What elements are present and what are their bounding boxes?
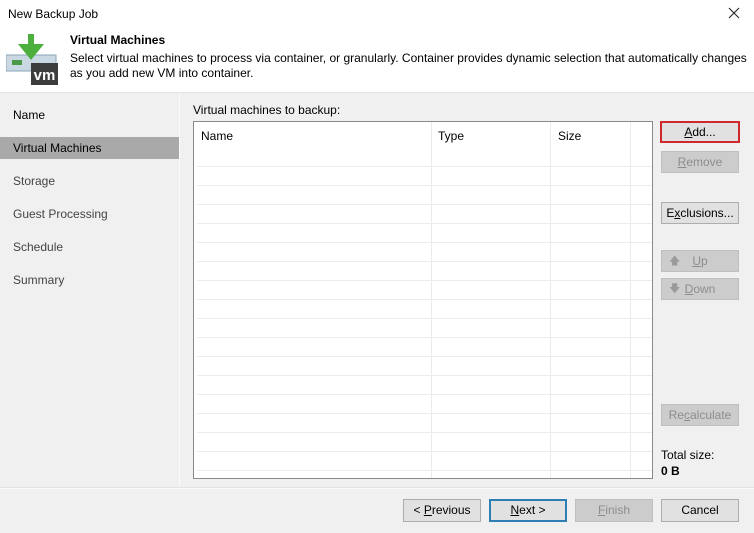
vm-list-label: Virtual machines to backup: (193, 103, 341, 117)
sidebar-item-summary[interactable]: Summary (0, 269, 179, 291)
empty-table-row (197, 413, 652, 414)
up-label-post: p (700, 254, 708, 268)
empty-table-row (197, 204, 652, 205)
add-button[interactable]: Add... (660, 121, 740, 143)
total-size-value: 0 B (661, 464, 680, 478)
vm-table[interactable]: Name Type Size (193, 121, 653, 479)
empty-table-row (197, 356, 652, 357)
sidebar-item-virtual-machines[interactable]: Virtual Machines (0, 137, 179, 159)
column-divider[interactable] (550, 122, 551, 478)
arrow-up-icon: 🡅 (669, 255, 681, 267)
sidebar-item-schedule[interactable]: Schedule (0, 236, 179, 258)
recalculate-button[interactable]: Recalculate (661, 404, 739, 426)
exclusions-button[interactable]: Exclusions... (661, 202, 739, 224)
recalculate-label-pre: Re (668, 408, 684, 422)
step-description: Select virtual machines to process via c… (70, 51, 747, 80)
remove-label-post: emove (686, 155, 723, 169)
wizard-steps-sidebar: Name Virtual Machines Storage Guest Proc… (0, 93, 180, 486)
column-header-name[interactable]: Name (201, 129, 233, 143)
total-size-label: Total size: (661, 448, 715, 462)
recalculate-label-post: alculate (689, 408, 732, 422)
sidebar-item-name[interactable]: Name (0, 104, 179, 126)
finish-label-post: inish (605, 503, 631, 517)
empty-table-row (197, 375, 652, 376)
empty-table-row (197, 299, 652, 300)
previous-button[interactable]: < Previous (403, 499, 481, 522)
exclusions-label-post: clusions... (680, 206, 734, 220)
wizard-header: New Backup Job vm Virtual Machines Selec… (0, 0, 754, 93)
remove-button[interactable]: Remove (661, 151, 739, 173)
empty-table-row (197, 223, 652, 224)
sidebar-item-guest-processing[interactable]: Guest Processing (0, 203, 179, 225)
previous-label-post: revious (431, 503, 471, 517)
arrow-down-icon: 🡇 (669, 283, 681, 295)
footer-divider (0, 487, 754, 489)
empty-table-row (197, 432, 652, 433)
close-button[interactable] (720, 2, 748, 24)
previous-label-accel: P (423, 503, 432, 517)
close-icon (728, 7, 740, 19)
empty-table-row (197, 451, 652, 452)
column-divider[interactable] (431, 122, 432, 478)
next-button[interactable]: Next > (489, 499, 567, 522)
column-header-size[interactable]: Size (558, 129, 581, 143)
next-label-post: ext > (519, 503, 546, 517)
sidebar-item-storage[interactable]: Storage (0, 170, 179, 192)
svg-text:vm: vm (34, 67, 56, 84)
empty-table-row (197, 261, 652, 262)
empty-table-row (197, 318, 652, 319)
up-label-accel: U (692, 254, 701, 268)
empty-table-row (197, 185, 652, 186)
empty-table-row (197, 394, 652, 395)
previous-label-pre: < (413, 503, 424, 517)
down-button[interactable]: 🡇 Down (661, 278, 739, 300)
up-button[interactable]: 🡅 Up (661, 250, 739, 272)
empty-table-row (197, 242, 652, 243)
column-divider[interactable] (630, 122, 631, 478)
empty-table-row (197, 280, 652, 281)
empty-table-row (197, 470, 652, 471)
window-title: New Backup Job (8, 7, 99, 21)
column-header-type[interactable]: Type (438, 129, 464, 143)
down-label-post: own (693, 282, 716, 296)
remove-label-accel: R (677, 155, 687, 169)
empty-table-row (197, 166, 652, 167)
vm-download-icon: vm (6, 34, 58, 85)
cancel-button[interactable]: Cancel (661, 499, 739, 522)
table-header: Name Type Size (194, 122, 652, 166)
add-label-post: dd... (692, 125, 716, 139)
next-label-accel: N (510, 503, 520, 517)
finish-button[interactable]: Finish (575, 499, 653, 522)
step-title: Virtual Machines (70, 33, 166, 47)
empty-table-row (197, 337, 652, 338)
